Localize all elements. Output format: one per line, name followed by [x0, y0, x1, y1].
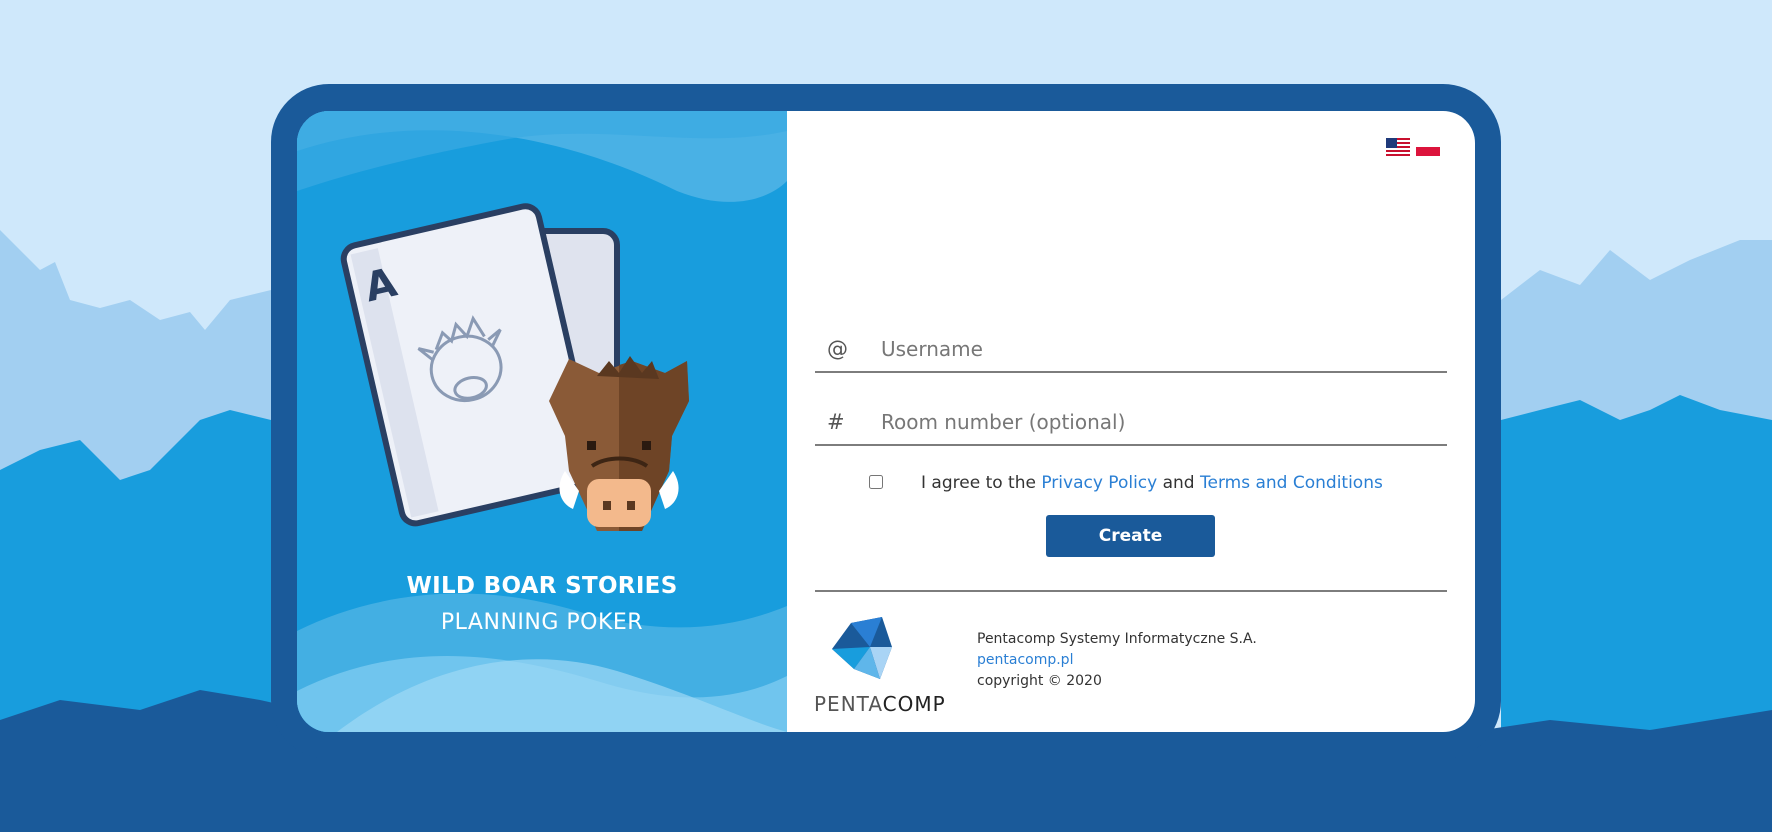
username-input[interactable]	[879, 331, 1443, 367]
username-field: @	[815, 327, 1447, 373]
us-flag-icon[interactable]	[1386, 138, 1410, 156]
brand-title: WILD BOAR STORIES	[406, 573, 678, 599]
company-website-link[interactable]: pentacomp.pl	[977, 652, 1073, 668]
room-number-input[interactable]	[879, 404, 1443, 440]
pentacomp-logo: PENTACOMP	[814, 617, 946, 716]
boar-card-illustration: A	[340, 203, 689, 531]
logo-text-light: PENTA	[814, 692, 883, 716]
brand-panel: A WILD BOAR STORIES PLANNING POKER	[297, 111, 787, 732]
brand-subtitle: PLANNING POKER	[440, 610, 644, 635]
agreement-text: I agree to the Privacy Policy and Terms …	[921, 473, 1383, 493]
agree-checkbox[interactable]	[869, 475, 883, 489]
copyright-text: copyright © 2020	[977, 673, 1102, 689]
language-switcher	[1386, 138, 1440, 156]
at-icon: @	[827, 337, 848, 361]
privacy-policy-link[interactable]: Privacy Policy	[1041, 473, 1157, 493]
logo-text-bold: COMP	[883, 692, 946, 716]
footer-divider	[815, 590, 1447, 592]
boar-head	[549, 356, 689, 531]
company-info: Pentacomp Systemy Informatyczne S.A. pen…	[977, 629, 1257, 692]
hash-icon: #	[827, 410, 845, 434]
terms-link[interactable]: Terms and Conditions	[1200, 473, 1383, 493]
agree-text-and: and	[1157, 473, 1200, 493]
pl-flag-icon[interactable]	[1416, 138, 1440, 156]
create-button[interactable]: Create	[1046, 515, 1215, 557]
svg-text:PENTACOMP: PENTACOMP	[814, 692, 946, 716]
agreement-row: I agree to the Privacy Policy and Terms …	[869, 472, 1469, 496]
room-field: #	[815, 400, 1447, 446]
login-card: A WILD BOAR STORIES PLANNING POKER @ Use…	[297, 111, 1475, 732]
agree-text-prefix: I agree to the	[921, 473, 1042, 493]
company-name: Pentacomp Systemy Informatyczne S.A.	[977, 631, 1257, 647]
